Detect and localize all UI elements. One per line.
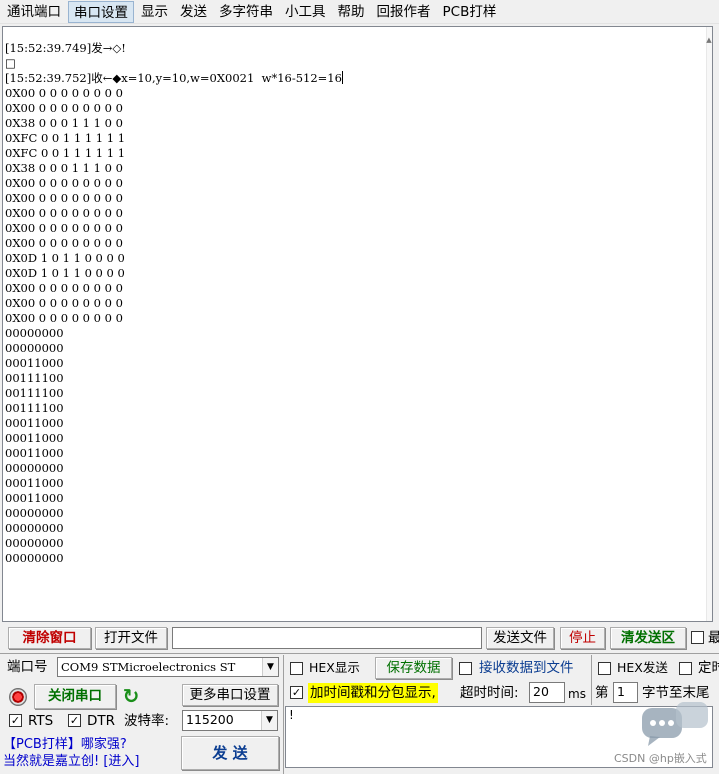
timed-send-checkbox[interactable] <box>679 662 692 675</box>
receive-terminal[interactable]: [15:52:39.749]发→◇! □ [15:52:39.752]收←◆x=10… <box>2 26 713 622</box>
hex-display-label: HEX显示 <box>309 660 360 675</box>
dtr-label: DTR <box>87 713 116 729</box>
send-button[interactable]: 发 送 <box>181 736 279 770</box>
timed-send-label: 定时 <box>698 660 719 676</box>
baud-value: 115200 <box>186 712 234 727</box>
log-line: 00111100 <box>5 386 64 400</box>
log-line: 00011000 <box>5 431 64 445</box>
log-line: 0X00 0 0 0 0 0 0 0 0 <box>5 206 123 220</box>
timestamp-label: 加时间戳和分包显示, <box>308 683 438 703</box>
log-line: 0X00 0 0 0 0 0 0 0 0 <box>5 296 123 310</box>
text-caret <box>341 71 343 84</box>
hex-display-checkbox[interactable] <box>290 662 303 675</box>
save-data-button[interactable]: 保存数据 <box>375 657 452 679</box>
menu-pcb[interactable]: PCB打样 <box>438 1 502 23</box>
log-line: 00011000 <box>5 476 64 490</box>
hex-send-label: HEX发送 <box>617 660 668 675</box>
index-input[interactable]: 1 <box>613 682 638 703</box>
log-line: 00000000 <box>5 536 64 550</box>
send-file-button[interactable]: 发送文件 <box>486 627 554 649</box>
log-line: 0X00 0 0 0 0 0 0 0 0 <box>5 311 123 325</box>
hex-send-checkbox[interactable] <box>598 662 611 675</box>
divider <box>591 655 592 705</box>
timestamp-checkbox[interactable]: ✓ <box>290 686 303 699</box>
timeout-label: 超时时间: <box>460 685 519 701</box>
log-line: 00011000 <box>5 416 64 430</box>
receive-log: [15:52:39.749]发→◇! □ [15:52:39.752]收←◆x=10… <box>5 41 343 566</box>
timeout-unit: ms <box>568 687 586 701</box>
log-line: 0X38 0 0 0 1 1 1 0 0 <box>5 161 123 175</box>
log-line: 00111100 <box>5 401 64 415</box>
log-line: 00000000 <box>5 551 64 565</box>
dtr-checkbox[interactable]: ✓ <box>68 714 81 727</box>
clear-send-button[interactable]: 清发送区 <box>610 627 686 649</box>
rts-checkbox[interactable]: ✓ <box>9 714 22 727</box>
menu-serial-settings[interactable]: 串口设置 <box>68 0 134 23</box>
log-line: 00000000 <box>5 506 64 520</box>
log-line: 0X00 0 0 0 0 0 0 0 0 <box>5 176 123 190</box>
timeout-input[interactable]: 20 <box>529 682 565 703</box>
chevron-down-icon[interactable]: ▼ <box>261 711 277 730</box>
baud-label: 波特率: <box>124 713 170 729</box>
recv-to-file-label: 接收数据到文件 <box>479 660 574 676</box>
menu-display[interactable]: 显示 <box>136 1 173 23</box>
port-status-icon <box>9 688 27 706</box>
stop-button[interactable]: 停止 <box>560 627 605 649</box>
chevron-down-icon[interactable]: ▼ <box>262 658 278 676</box>
file-path-input[interactable] <box>172 627 482 649</box>
more-serial-settings-button[interactable]: 更多串口设置 <box>182 684 278 706</box>
pcb-promo-link[interactable]: 【PCB打样】哪家强? 当然就是嘉立创! [进入] <box>3 736 178 770</box>
log-line: 00000000 <box>5 341 64 355</box>
index-label: 第 <box>595 685 609 701</box>
close-port-button[interactable]: 关闭串口 <box>34 684 116 709</box>
port-select[interactable]: COM9 STMicroelectronics ST ▼ <box>57 657 279 677</box>
log-line: 0X00 0 0 0 0 0 0 0 0 <box>5 86 123 100</box>
menu-comm-port[interactable]: 通讯端口 <box>2 1 66 23</box>
menu-multi-string[interactable]: 多字符串 <box>214 1 278 23</box>
log-line: 0X38 0 0 0 1 1 1 0 0 <box>5 116 123 130</box>
promo-line2: 当然就是嘉立创! [进入] <box>3 754 140 769</box>
log-line: 00011000 <box>5 356 64 370</box>
log-line: [15:52:39.752]收←◆x=10,y=10,w=0X0021 w*16… <box>5 71 343 85</box>
clear-window-button[interactable]: 清除窗口 <box>8 627 91 649</box>
divider <box>0 653 719 654</box>
divider <box>283 655 284 774</box>
log-line: [15:52:39.749]发→◇! <box>5 41 126 55</box>
log-line: 00111100 <box>5 371 64 385</box>
menu-bar: 通讯端口 串口设置 显示 发送 多字符串 小工具 帮助 回报作者 PCB打样 <box>0 0 719 24</box>
menu-tools[interactable]: 小工具 <box>280 1 331 23</box>
log-line: 00000000 <box>5 521 64 535</box>
vertical-scrollbar[interactable]: ▲ <box>706 27 712 621</box>
menu-feedback[interactable]: 回报作者 <box>372 1 436 23</box>
log-line: 0X00 0 0 0 0 0 0 0 0 <box>5 281 123 295</box>
promo-line1: 【PCB打样】哪家强? <box>3 737 127 752</box>
recv-to-file-checkbox[interactable] <box>459 662 472 675</box>
scroll-up-icon[interactable]: ▲ <box>706 35 712 45</box>
port-select-value: COM9 STMicroelectronics ST <box>61 660 236 674</box>
log-line: 0XFC 0 0 1 1 1 1 1 1 <box>5 131 126 145</box>
port-label: 端口号 <box>7 659 48 675</box>
watermark: CSDN @hp嵌入式 <box>614 752 707 765</box>
log-line: 0X0D 1 0 1 1 0 0 0 0 <box>5 251 125 265</box>
log-line: 0X00 0 0 0 0 0 0 0 0 <box>5 101 123 115</box>
log-line: 00000000 <box>5 461 64 475</box>
log-line: 0X00 0 0 0 0 0 0 0 0 <box>5 191 123 205</box>
log-line: 0X00 0 0 0 0 0 0 0 0 <box>5 236 123 250</box>
log-line: 0X00 0 0 0 0 0 0 0 0 <box>5 221 123 235</box>
last-checkbox[interactable] <box>691 631 704 644</box>
baud-select[interactable]: 115200 ▼ <box>182 710 278 731</box>
menu-send[interactable]: 发送 <box>175 1 212 23</box>
menu-help[interactable]: 帮助 <box>333 1 370 23</box>
refresh-icon[interactable]: ↻ <box>120 685 142 707</box>
chat-bubble-icon <box>642 702 708 746</box>
log-line: 00011000 <box>5 491 64 505</box>
log-line: 00011000 <box>5 446 64 460</box>
log-line: 0XFC 0 0 1 1 1 1 1 1 <box>5 146 126 160</box>
log-line: □ <box>5 56 16 70</box>
log-line: 00000000 <box>5 326 64 340</box>
last-label: 最 <box>708 630 719 646</box>
log-line: 0X0D 1 0 1 1 0 0 0 0 <box>5 266 125 280</box>
rts-label: RTS <box>28 713 54 729</box>
open-file-button[interactable]: 打开文件 <box>95 627 167 649</box>
